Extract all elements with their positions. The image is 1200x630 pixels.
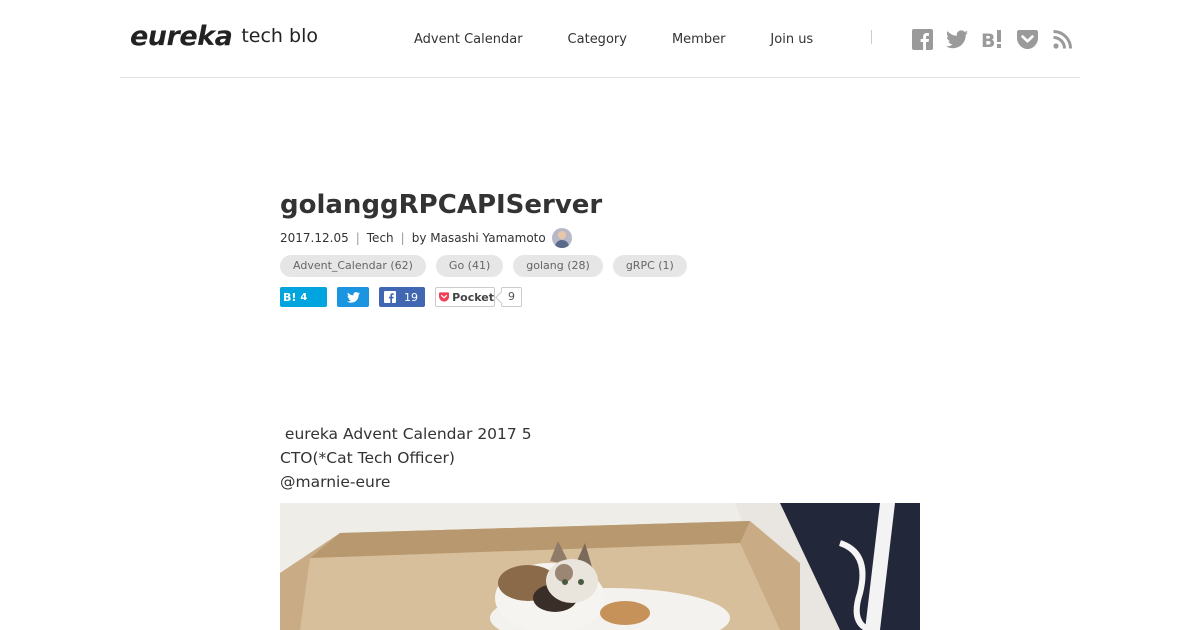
tag-list: Advent_Calendar (62) Go (41) golang (28)… — [280, 255, 697, 277]
article-cat-photo — [280, 503, 920, 630]
facebook-icon — [384, 291, 396, 303]
hatena-count: 4 — [300, 291, 308, 303]
main-nav: Advent Calendar Category Member Join us — [414, 32, 813, 47]
tag-go[interactable]: Go (41) — [435, 255, 504, 277]
pocket-icon[interactable] — [1016, 28, 1038, 50]
intro-line: CTO(*Cat Tech Officer) — [280, 449, 455, 467]
site-logo[interactable]: eureka tech blog — [130, 20, 317, 52]
meta-separator: | — [400, 231, 405, 245]
intro-line: @marnie-eure — [280, 473, 391, 491]
twitter-share-button[interactable] — [337, 287, 369, 307]
facebook-icon[interactable] — [911, 28, 933, 50]
twitter-icon[interactable] — [946, 28, 968, 50]
pocket-share-button[interactable]: Pocket — [435, 287, 495, 307]
logo-wordmark: eureka — [130, 20, 233, 52]
article-title: golanggRPCAPIServer — [280, 190, 603, 220]
article-category-link[interactable]: Tech — [367, 231, 394, 245]
pocket-label: Pocket — [452, 290, 494, 304]
nav-category[interactable]: Category — [568, 32, 627, 47]
hatena-bookmark-icon[interactable]: B — [981, 28, 1003, 50]
intro-line: eureka Advent Calendar 2017 5 — [280, 425, 532, 443]
article-intro: eureka Advent Calendar 2017 5 CTO(*Cat T… — [280, 422, 532, 494]
site-header: eureka tech blog Advent Calendar Categor… — [120, 0, 1080, 78]
author-avatar[interactable] — [551, 228, 572, 248]
hatena-label: B! — [283, 290, 297, 304]
facebook-share-button[interactable]: 19 — [379, 287, 425, 307]
facebook-count: 19 — [404, 290, 418, 304]
nav-advent-calendar[interactable]: Advent Calendar — [414, 32, 523, 47]
article-meta: 2017.12.05 | Tech | by Masashi Yamamoto — [280, 228, 572, 248]
pocket-count: 9 — [501, 287, 522, 307]
share-buttons: B! 4 19 Pocket 9 — [280, 287, 522, 307]
meta-separator: | — [355, 231, 360, 245]
nav-join-us[interactable]: Join us — [770, 32, 813, 47]
social-links: B — [911, 28, 1073, 50]
tag-advent-calendar[interactable]: Advent_Calendar (62) — [280, 255, 426, 277]
pocket-icon — [439, 292, 450, 302]
svg-text:B: B — [981, 30, 995, 49]
tag-grpc[interactable]: gRPC (1) — [612, 255, 687, 277]
twitter-icon — [346, 291, 360, 303]
nav-divider — [871, 30, 872, 44]
article-date: 2017.12.05 — [280, 231, 349, 245]
tag-golang[interactable]: golang (28) — [513, 255, 603, 277]
article-author-link[interactable]: by Masashi Yamamoto — [412, 231, 546, 245]
hatena-share-button[interactable]: B! 4 — [280, 287, 327, 307]
rss-icon[interactable] — [1051, 28, 1073, 50]
logo-subtitle: tech blog — [241, 25, 318, 47]
nav-member[interactable]: Member — [672, 32, 725, 47]
